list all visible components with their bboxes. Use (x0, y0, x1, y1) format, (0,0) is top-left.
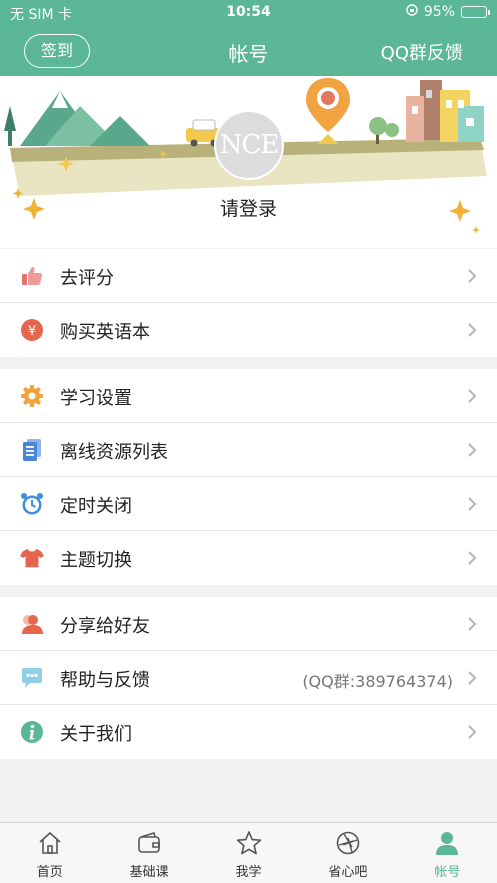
tab-easy-mind[interactable]: 省心吧 (298, 823, 397, 883)
menu-item-study-settings[interactable]: 学习设置 (0, 369, 497, 423)
menu-item-label: 帮助与反馈 (60, 670, 150, 691)
chevron-right-icon (467, 322, 477, 338)
menu-item-help-feedback[interactable]: 帮助与反馈 (QQ群:389764374) (0, 651, 497, 705)
document-list-icon (20, 438, 44, 462)
menu-item-label: 定时关闭 (60, 496, 132, 517)
tab-basic-course[interactable]: 基础课 (99, 823, 198, 883)
wallet-icon (138, 831, 160, 853)
menu-group-2: 学习设置 离线资源列表 定时关闭 主题切换 (0, 369, 497, 585)
status-right: 95% (406, 4, 490, 20)
info-icon (20, 720, 44, 744)
menu-item-about-us[interactable]: 关于我们 (0, 705, 497, 759)
menu-item-buy-book[interactable]: ¥ 购买英语本 (0, 303, 497, 357)
menu-item-label: 关于我们 (60, 724, 132, 745)
battery-icon (461, 6, 490, 18)
tab-label: 我学 (235, 865, 262, 880)
menu-group-1: 去评分 ¥ 购买英语本 (0, 249, 497, 357)
menu-item-rate[interactable]: 去评分 (0, 249, 497, 303)
yen-coin-icon: ¥ (20, 318, 44, 342)
tab-bar: 首页 基础课 我学 省心吧 帐号 (0, 822, 497, 883)
menu-item-share[interactable]: 分享给好友 (0, 597, 497, 651)
avatar[interactable]: NCE (214, 110, 284, 180)
menu-item-label: 主题切换 (60, 550, 132, 571)
menu-item-theme-switch[interactable]: 主题切换 (0, 531, 497, 585)
chat-bubble-icon (20, 666, 44, 690)
home-icon (39, 831, 61, 854)
menu-item-label: 分享给好友 (60, 616, 150, 637)
chevron-right-icon (467, 724, 477, 740)
nav-bar: 签到 帐号 QQ群反馈 (0, 26, 497, 76)
battery-percent: 95% (423, 4, 455, 20)
menu-item-label: 离线资源列表 (60, 442, 168, 463)
menu-item-sleep-timer[interactable]: 定时关闭 (0, 477, 497, 531)
chevron-right-icon (467, 388, 477, 404)
thumbs-up-icon (20, 264, 44, 288)
login-prompt[interactable]: 请登录 (0, 194, 497, 221)
chevron-right-icon (467, 268, 477, 284)
status-bar: 无 SIM 卡 10:54 95% (0, 0, 497, 26)
tab-label: 基础课 (129, 865, 169, 880)
menu-item-offline-resources[interactable]: 离线资源列表 (0, 423, 497, 477)
qq-group-number: (QQ群:389764374) (302, 672, 453, 691)
chevron-right-icon (467, 670, 477, 686)
tab-label: 帐号 (434, 865, 461, 880)
chevron-right-icon (467, 442, 477, 458)
star-icon (236, 831, 261, 855)
tab-my-study[interactable]: 我学 (199, 823, 298, 883)
qq-feedback-button[interactable]: QQ群反馈 (381, 39, 463, 65)
rotation-lock-icon (406, 4, 418, 20)
menu-item-label: 购买英语本 (60, 322, 150, 343)
chevron-right-icon (467, 550, 477, 566)
tab-label: 首页 (36, 865, 63, 880)
tshirt-icon (20, 546, 44, 570)
chevron-right-icon (467, 496, 477, 512)
tab-account[interactable]: 帐号 (398, 823, 497, 883)
person-icon (436, 832, 459, 855)
menu-group-3: 分享给好友 帮助与反馈 (QQ群:389764374) 关于我们 (0, 597, 497, 759)
gear-icon (20, 384, 44, 408)
menu-item-label: 学习设置 (60, 388, 132, 409)
chevron-right-icon (467, 616, 477, 632)
svg-text:¥: ¥ (28, 324, 36, 339)
alarm-clock-icon (20, 492, 44, 516)
aperture-icon (336, 831, 360, 855)
tab-label: 省心吧 (328, 865, 368, 880)
menu-item-label: 去评分 (60, 268, 114, 289)
tab-home[interactable]: 首页 (0, 823, 99, 883)
profile-banner: NCE 请登录 (0, 76, 497, 248)
share-person-icon (20, 612, 44, 636)
